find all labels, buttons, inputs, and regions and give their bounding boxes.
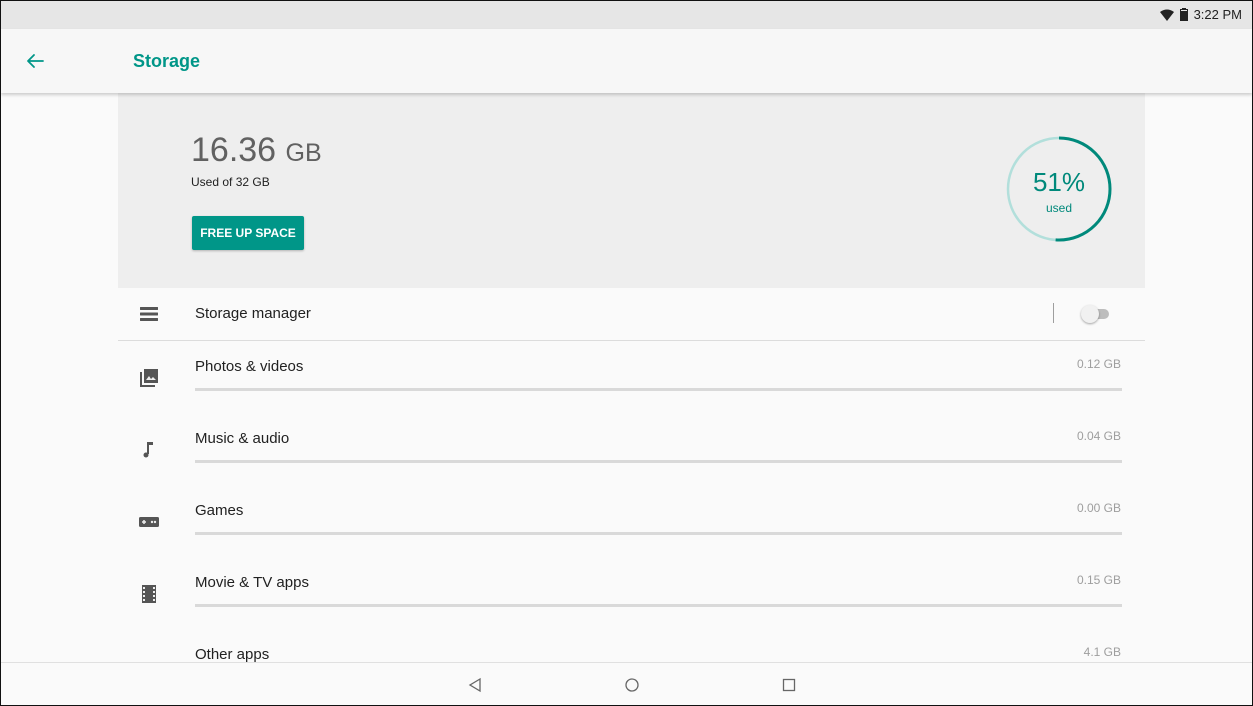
nav-back-button[interactable] (465, 675, 485, 695)
nav-home-icon (625, 678, 639, 692)
category-usage-bar (195, 388, 1122, 391)
nav-recents-button[interactable] (779, 675, 799, 695)
free-up-space-button[interactable]: FREE UP SPACE (192, 216, 304, 250)
nav-home-button[interactable] (622, 675, 642, 695)
category-size: 0.00 GB (1076, 501, 1121, 515)
battery-icon (1179, 8, 1188, 21)
category-usage-bar (195, 532, 1122, 535)
music-note-icon (143, 442, 153, 458)
category-label: Photos & videos (195, 358, 304, 375)
category-usage-bar (195, 460, 1122, 463)
arrow-back-icon (27, 54, 44, 68)
separator (1053, 303, 1054, 323)
back-button[interactable] (23, 49, 47, 73)
category-row-movies[interactable]: Movie & TV apps 0.15 GB (118, 557, 1145, 629)
category-row-music[interactable]: Music & audio 0.04 GB (118, 413, 1145, 485)
toggle-thumb (1081, 305, 1099, 323)
film-icon (142, 585, 156, 603)
category-label: Music & audio (195, 430, 290, 447)
category-row-games[interactable]: Games 0.00 GB (118, 485, 1145, 557)
used-amount: 16.36 GB (191, 131, 322, 170)
category-label: Movie & TV apps (195, 574, 309, 591)
nav-recents-icon (782, 678, 796, 692)
category-label: Games (195, 502, 244, 519)
category-label: Other apps (195, 646, 270, 663)
category-row-photos[interactable]: Photos & videos 0.12 GB (118, 341, 1145, 413)
page-title: Storage (133, 51, 201, 71)
category-size: 4.1 GB (1083, 645, 1121, 659)
storage-list-icon (140, 307, 158, 321)
wifi-icon (1159, 9, 1174, 21)
photo-icon (140, 369, 158, 387)
gauge-percent: 51% (1032, 167, 1086, 197)
status-bar: 3:22 PM (1, 1, 1252, 29)
used-of-text: Used of 32 GB (191, 175, 270, 189)
storage-manager-label: Storage manager (195, 305, 311, 322)
gauge-label: used (1045, 201, 1073, 215)
navigation-bar (1, 662, 1252, 705)
gamepad-icon (139, 517, 159, 527)
usage-gauge: 51% used (1005, 135, 1113, 243)
status-time: 3:22 PM (1193, 7, 1242, 22)
storage-manager-toggle[interactable] (1081, 305, 1111, 323)
status-icons: 3:22 PM (1159, 7, 1242, 22)
category-size: 0.15 GB (1076, 573, 1121, 587)
used-value: 16.36 (191, 131, 277, 169)
category-size: 0.12 GB (1076, 357, 1121, 371)
storage-manager-row[interactable]: Storage manager (118, 288, 1145, 340)
nav-back-icon (468, 677, 481, 693)
category-size: 0.04 GB (1076, 429, 1121, 443)
used-unit: GB (285, 139, 322, 167)
screen: 3:22 PM Storage 16.36 GB Used of 32 GB F… (0, 0, 1253, 706)
app-bar: Storage (1, 29, 1252, 93)
category-usage-bar (195, 604, 1122, 607)
storage-summary: 16.36 GB Used of 32 GB FREE UP SPACE 51%… (118, 93, 1145, 288)
